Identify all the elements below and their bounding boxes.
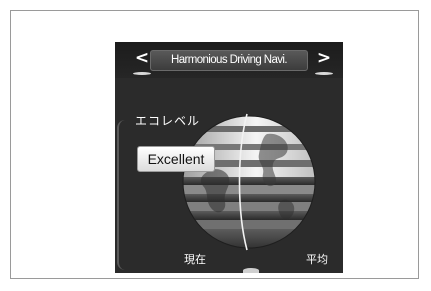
left-arc-decoration	[117, 120, 125, 270]
prev-button-indicator	[133, 72, 151, 75]
eco-rating-badge: Excellent	[137, 146, 215, 172]
eco-level-label: エコレベル	[135, 114, 201, 128]
next-button-indicator	[315, 72, 333, 75]
screen-title: Harmonious Driving Navi.	[150, 50, 308, 71]
display-screen: < Harmonious Driving Navi. > エコレベル Excel…	[115, 42, 343, 273]
next-button[interactable]: >	[313, 47, 335, 73]
current-label: 現在	[184, 253, 206, 266]
illustration-frame: < Harmonious Driving Navi. > エコレベル Excel…	[10, 10, 419, 279]
bottom-marker	[243, 268, 259, 273]
average-label: 平均	[306, 253, 328, 266]
eco-globe-icon	[182, 113, 316, 251]
